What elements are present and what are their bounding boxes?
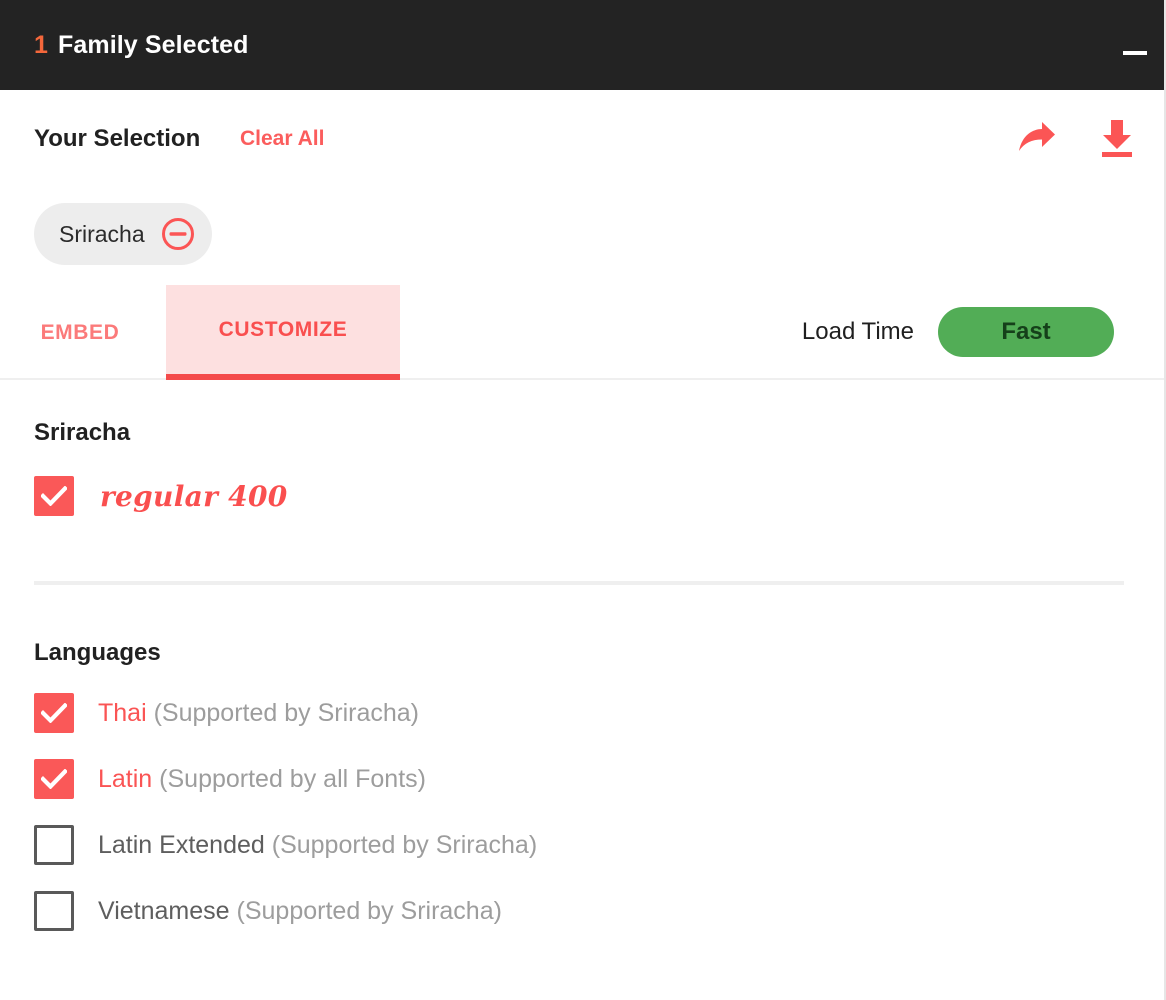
languages-section-heading: Languages [34, 639, 161, 666]
language-support-note: (Supported by Sriracha) [271, 830, 538, 859]
language-checkbox[interactable] [34, 891, 74, 931]
language-option-latin-extended[interactable]: Latin Extended (Supported by Sriracha) [34, 825, 1164, 865]
selected-family-count: 1 [34, 30, 49, 59]
minimize-icon [1123, 51, 1147, 55]
load-time-badge[interactable]: Fast [938, 307, 1114, 357]
checkmark-icon [41, 769, 67, 789]
circle-minus-icon[interactable] [161, 217, 195, 251]
style-checkbox[interactable] [34, 476, 74, 516]
drawer-tabs: EMBED CUSTOMIZE Load Time Fast [0, 285, 1164, 380]
section-divider [34, 581, 1124, 585]
style-option-regular-400[interactable]: regular 400 [34, 476, 1164, 516]
language-support-note: (Supported by all Fonts) [159, 764, 426, 793]
language-checkbox[interactable] [34, 825, 74, 865]
checkmark-icon [41, 703, 67, 723]
load-time-label: Load Time [801, 318, 914, 345]
language-checkbox[interactable] [34, 693, 74, 733]
checkmark-icon [41, 486, 67, 506]
selection-actions [1016, 116, 1138, 160]
styles-section: Sriracha regular 400 [0, 380, 1164, 516]
language-name: Latin [98, 764, 153, 793]
language-support-note: (Supported by Sriracha) [153, 698, 419, 727]
share-arrow-icon [1019, 122, 1055, 151]
language-name: Latin Extended [98, 830, 265, 859]
selection-header-row: Your Selection Clear All [0, 90, 1164, 190]
selection-title: Your Selection [34, 125, 201, 152]
language-option-text: Vietnamese (Supported by Sriracha) [98, 897, 502, 926]
load-time-indicator: Load Time Fast [802, 307, 1114, 357]
font-selection-drawer: 1 Family Selected Your Selection Clear Al… [0, 0, 1166, 1000]
language-name: Thai [98, 698, 147, 727]
drawer-header: 1 Family Selected [0, 0, 1164, 90]
language-name: Vietnamese [98, 896, 230, 925]
minimize-button[interactable] [1112, 36, 1158, 70]
clear-all-button[interactable]: Clear All [240, 127, 324, 151]
language-option-vietnamese[interactable]: Vietnamese (Supported by Sriracha) [34, 891, 1164, 931]
styles-section-heading: Sriracha [34, 419, 131, 446]
language-option-latin[interactable]: Latin (Supported by all Fonts) [34, 759, 1164, 799]
tab-customize[interactable]: CUSTOMIZE [166, 285, 400, 380]
header-title-text: Family Selected [58, 30, 249, 59]
family-chip-label: Sriracha [59, 220, 145, 247]
language-checkbox[interactable] [34, 759, 74, 799]
language-option-text: Latin Extended (Supported by Sriracha) [98, 831, 537, 860]
share-button[interactable] [1016, 116, 1058, 160]
languages-section: Languages Thai (Supported by Sriracha) L… [0, 600, 1164, 931]
page-title: 1 Family Selected [34, 31, 249, 60]
language-option-thai[interactable]: Thai (Supported by Sriracha) [34, 693, 1164, 733]
tab-embed[interactable]: EMBED [14, 285, 146, 380]
language-option-text: Thai (Supported by Sriracha) [98, 699, 419, 728]
style-option-label: regular 400 [100, 479, 288, 513]
download-icon [1102, 120, 1132, 157]
download-button[interactable] [1096, 116, 1138, 160]
language-support-note: (Supported by Sriracha) [236, 896, 502, 925]
family-chip-sriracha[interactable]: Sriracha [34, 203, 212, 265]
language-option-text: Latin (Supported by all Fonts) [98, 765, 426, 794]
selected-families-list: Sriracha [34, 203, 212, 265]
